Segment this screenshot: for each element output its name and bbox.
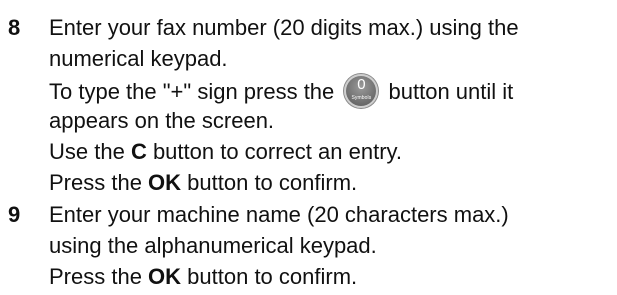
line-text: button until it: [388, 79, 514, 104]
step-number: 8: [8, 15, 21, 40]
step-body: Enter your fax number (20 digits max.) u…: [49, 12, 614, 198]
line-text: button to confirm.: [181, 264, 358, 289]
step-line: appears on the screen.: [49, 108, 275, 133]
step-line: Use the C button to correct an entry.: [49, 136, 614, 167]
step-line: Press the OK button to confirm.: [49, 167, 614, 198]
line-text: Press the: [49, 264, 149, 289]
button-name: OK: [148, 264, 182, 289]
line-text: Press the: [49, 170, 149, 195]
step-line: using the alphanumerical keypad.: [49, 233, 377, 258]
step-line-with-key: To type the "+" sign press the 0 Symbols…: [49, 74, 614, 108]
step-line: Press the OK button to confirm.: [49, 261, 614, 292]
line-text: button to correct an entry.: [146, 139, 402, 164]
button-name: OK: [148, 170, 182, 195]
key-sublabel: Symbols: [351, 95, 372, 101]
key-label: 0: [357, 76, 366, 93]
zero-symbols-key-icon: 0 Symbols: [344, 74, 379, 108]
step-line: numerical keypad.: [49, 46, 228, 71]
button-name: C: [130, 139, 147, 164]
instruction-page: 8 Enter your fax number (20 digits max.)…: [0, 0, 617, 295]
line-text: To type the "+" sign press the: [49, 79, 335, 104]
step-number: 9: [8, 202, 21, 227]
line-text: button to confirm.: [181, 170, 358, 195]
step-line: Enter your fax number (20 digits max.) u…: [49, 15, 519, 40]
line-text: Use the: [49, 139, 131, 164]
step-body: Enter your machine name (20 characters m…: [49, 199, 614, 292]
step-line: Enter your machine name (20 characters m…: [49, 202, 509, 227]
